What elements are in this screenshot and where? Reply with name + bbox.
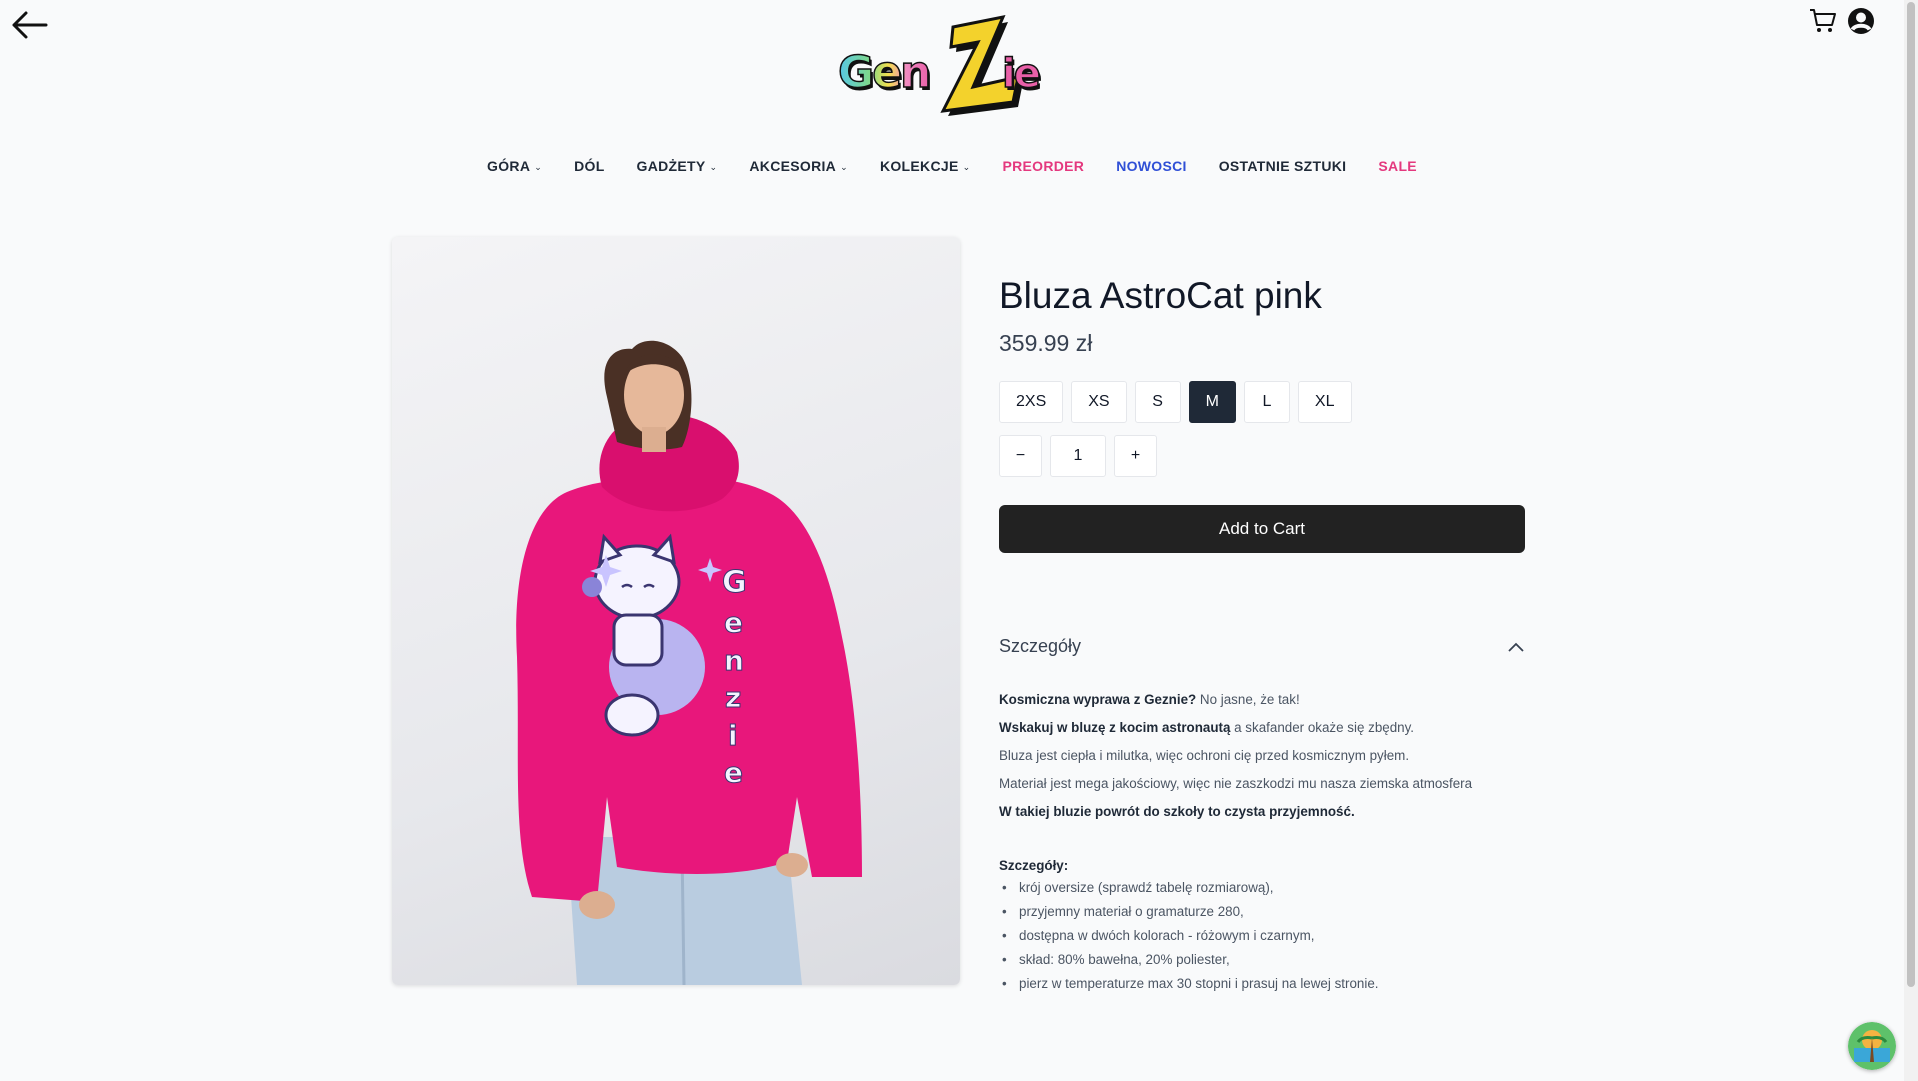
svg-text:i: i — [728, 719, 738, 752]
scrollbar-thumb[interactable] — [1907, 2, 1915, 987]
size-option-xl[interactable]: XL — [1297, 381, 1352, 423]
desc-line: Wskakuj w bluzę z kocim astronautą a ska… — [999, 720, 1415, 735]
nav-label: GÓRA — [487, 158, 531, 174]
desc-line: Materiał jest mega jakościowy, więc nie … — [999, 776, 1473, 791]
back-button[interactable] — [10, 10, 50, 42]
chat-avatar-icon — [1848, 1022, 1896, 1070]
nav-label: AKCESORIA — [749, 158, 837, 174]
nav-label: PREORDER — [1002, 158, 1085, 174]
add-to-cart-button[interactable]: Add to Cart — [999, 505, 1525, 553]
nav-item-nowosci[interactable]: NOWOSCI — [1100, 154, 1203, 178]
details-content: Kosmiczna wyprawa z Geznie? No jasne, że… — [999, 686, 1525, 996]
chevron-down-icon: ⌄ — [534, 161, 543, 172]
spec-item: krój oversize (sprawdź tabelę rozmiarową… — [999, 876, 1525, 900]
main-nav: GÓRA ⌄ DÓL GADŻETY ⌄ AKCESORIA ⌄ KOLEKCJ… — [0, 154, 1904, 178]
size-option-s[interactable]: S — [1134, 381, 1181, 423]
chevron-down-icon: ⌄ — [709, 161, 718, 172]
svg-text:z: z — [725, 681, 741, 714]
details-accordion-toggle[interactable]: Szczegóły — [999, 636, 1525, 657]
nav-item-akcesoria[interactable]: AKCESORIA ⌄ — [733, 154, 864, 178]
size-selector: 2XS XS S M L XL — [999, 381, 1352, 423]
spec-item: skład: 80% bawełna, 20% poliester, — [999, 948, 1525, 972]
details-heading: Szczegóły — [999, 636, 1082, 656]
cart-button[interactable] — [1808, 6, 1838, 36]
nav-item-sale[interactable]: SALE — [1362, 154, 1433, 178]
quantity-value[interactable]: 1 — [1050, 435, 1106, 477]
account-button[interactable] — [1846, 6, 1876, 36]
cart-icon — [1810, 9, 1836, 32]
logo-graphic: Gen Gen ie ie — [837, 14, 1044, 116]
svg-text:G: G — [722, 565, 747, 600]
nav-item-gadzety[interactable]: GADŻETY ⌄ — [621, 154, 734, 178]
size-option-xs[interactable]: XS — [1071, 381, 1127, 423]
product-photo: G e n z i e — [516, 340, 862, 985]
svg-text:ie: ie — [1002, 51, 1040, 97]
nav-item-dol[interactable]: DÓL — [558, 154, 620, 178]
arrow-left-icon — [12, 11, 48, 39]
size-option-l[interactable]: L — [1243, 381, 1290, 423]
svg-text:n: n — [724, 644, 744, 677]
nav-label: OSTATNIE SZTUKI — [1218, 158, 1347, 174]
chevron-down-icon: ⌄ — [840, 161, 848, 172]
desc-line: W takiej bluzie powrót do szkoły to czys… — [999, 804, 1355, 819]
chevron-up-icon — [1508, 642, 1524, 652]
desc-line: Bluza jest ciepła i milutka, więc ochron… — [999, 748, 1410, 763]
quantity-stepper: − 1 + — [999, 435, 1157, 477]
nav-item-gora[interactable]: GÓRA ⌄ — [471, 154, 558, 178]
page-scrollbar[interactable] — [1904, 0, 1918, 1081]
chevron-down-icon: ⌄ — [962, 161, 971, 172]
nav-label: DÓL — [574, 158, 605, 174]
product-image[interactable]: G e n z i e — [392, 237, 960, 985]
nav-label: NOWOSCI — [1116, 158, 1187, 174]
header-actions — [1808, 6, 1876, 36]
svg-text:e: e — [724, 756, 743, 789]
spec-list: krój oversize (sprawdź tabelę rozmiarową… — [999, 876, 1525, 996]
nav-label: GADŻETY — [636, 158, 706, 174]
spec-item: pierz w temperaturze max 30 stopni i pra… — [999, 972, 1525, 996]
spec-title: Szczegóły: — [999, 858, 1069, 873]
spec-item: przyjemny materiał o gramaturze 280, — [999, 900, 1525, 924]
user-circle-icon — [1848, 8, 1874, 34]
quantity-increase-button[interactable]: + — [1114, 435, 1157, 477]
product-price: 359.99 zł — [999, 330, 1093, 356]
desc-line: Kosmiczna wyprawa z Geznie? No jasne, że… — [999, 692, 1300, 707]
chat-widget-button[interactable] — [1848, 1022, 1896, 1070]
nav-item-kolekcje[interactable]: KOLEKCJE ⌄ — [864, 154, 986, 178]
genzie-logo[interactable]: Gen Gen ie ie — [837, 12, 1080, 120]
size-option-2xs[interactable]: 2XS — [999, 381, 1064, 423]
svg-text:e: e — [724, 606, 743, 639]
nav-item-ostatnie-sztuki[interactable]: OSTATNIE SZTUKI — [1203, 154, 1363, 178]
svg-text:Gen: Gen — [838, 47, 929, 98]
nav-label: KOLEKCJE — [879, 158, 959, 174]
quantity-decrease-button[interactable]: − — [999, 435, 1042, 477]
nav-item-preorder[interactable]: PREORDER — [986, 154, 1100, 178]
size-option-m[interactable]: M — [1188, 381, 1236, 423]
nav-label: SALE — [1378, 158, 1417, 174]
product-title: Bluza AstroCat pink — [999, 275, 1322, 316]
spec-item: dostępna w dwóch kolorach - różowym i cz… — [999, 924, 1525, 948]
